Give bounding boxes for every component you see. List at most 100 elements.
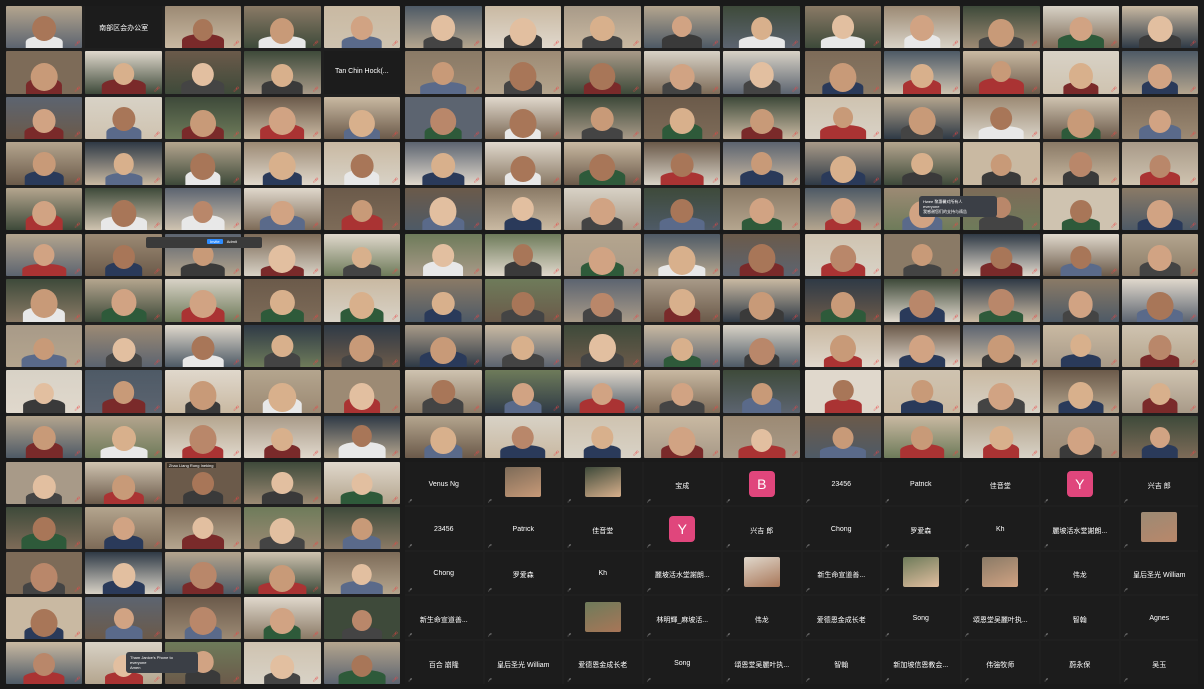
participant-video-tile[interactable]: 🎤︎	[244, 642, 321, 684]
participant-video-tile[interactable]: 🎤︎	[1042, 324, 1119, 368]
participant-name-tile[interactable]: 伟龙 🎤︎	[723, 596, 801, 640]
participant-video-tile[interactable]: 🎤︎	[6, 51, 83, 94]
participant-name-tile[interactable]: 23456 🎤︎	[802, 462, 880, 505]
participant-name-tile[interactable]: 新加坡信恩教会... 🎤︎	[882, 641, 960, 684]
participant-video-tile[interactable]: 🎤︎	[963, 279, 1040, 322]
participant-video-tile[interactable]: 🎤︎	[323, 370, 400, 413]
participant-video-tile[interactable]: 🎤︎	[643, 51, 721, 94]
participant-video-tile[interactable]: 🎤︎	[884, 142, 961, 185]
participant-video-tile[interactable]: 🎤︎	[1042, 6, 1119, 49]
participant-video-tile[interactable]: 🎤︎	[564, 279, 641, 322]
participant-video-tile[interactable]: 🎤︎	[484, 51, 562, 94]
participant-name-tile[interactable]: 🎤︎	[564, 462, 642, 505]
participant-video-tile[interactable]: 🎤︎	[323, 642, 400, 684]
participant-name-tile[interactable]: 蔚永保 🎤︎	[1041, 641, 1119, 684]
participant-video-tile[interactable]: 🎤︎	[484, 324, 562, 368]
participant-video-tile[interactable]: 🎤︎	[884, 415, 961, 458]
participant-video-tile[interactable]: 🎤︎	[963, 415, 1040, 458]
participant-name-tile[interactable]: 宝成 🎤︎	[643, 462, 721, 505]
participant-video-tile[interactable]: 🎤︎	[405, 96, 482, 140]
participant-video-tile[interactable]: 🎤︎	[484, 234, 562, 277]
participant-video-tile[interactable]: 🎤︎	[884, 370, 961, 413]
participant-video-tile[interactable]: 🎤︎	[884, 279, 961, 322]
participant-video-tile[interactable]: 🎤︎	[1042, 51, 1119, 94]
participant-video-tile[interactable]: 🎤︎	[484, 279, 562, 322]
participant-name-tile[interactable]: Kh 🎤︎	[564, 551, 642, 595]
participant-video-tile[interactable]: 🎤︎	[1042, 234, 1119, 277]
participant-video-tile[interactable]: 🎤︎	[405, 415, 482, 458]
participant-video-tile[interactable]: 🎤︎	[564, 234, 641, 277]
participant-video-tile[interactable]: 🎤︎	[323, 234, 400, 277]
participant-video-tile[interactable]: 🎤︎	[164, 187, 242, 230]
participant-name-tile[interactable]: 爱德恩金成长老 🎤︎	[564, 641, 642, 684]
participant-video-tile[interactable]: 🎤︎	[6, 370, 83, 413]
participant-video-tile[interactable]: 🎤︎	[164, 597, 242, 639]
participant-video-tile[interactable]: 🎤︎	[85, 279, 162, 322]
participant-video-tile[interactable]: 🎤︎	[164, 324, 242, 368]
participant-video-tile[interactable]: 🎤︎	[405, 187, 482, 230]
participant-video-tile[interactable]: 🎤︎	[1121, 279, 1198, 322]
participant-video-tile[interactable]: 🎤︎	[164, 552, 242, 594]
participant-video-tile[interactable]: 🎤︎	[643, 234, 721, 277]
participant-name-tile[interactable]: Chong 🎤︎	[405, 551, 483, 595]
participant-video-tile[interactable]: 🎤︎	[643, 324, 721, 368]
participant-name-tile[interactable]: 伟龙 🎤︎	[1041, 551, 1119, 595]
participant-video-tile[interactable]: 🎤︎	[323, 415, 400, 458]
participant-video-tile[interactable]: 🎤︎	[164, 507, 242, 549]
participant-video-tile[interactable]: 🎤︎	[244, 507, 321, 549]
participant-name-tile[interactable]: 兴吉 郎 🎤︎	[723, 506, 801, 550]
participant-video-tile[interactable]: 🎤︎	[1042, 370, 1119, 413]
participant-video-tile[interactable]: 🎤︎	[643, 279, 721, 322]
participant-video-tile[interactable]: 🎤︎	[405, 142, 482, 185]
participant-name-tile[interactable]: 佳音堂 🎤︎	[961, 462, 1039, 505]
participant-name-tile[interactable]: 爱德恩金成长老 🎤︎	[802, 596, 880, 640]
participant-name-tile[interactable]: 🎤︎	[484, 462, 562, 505]
participant-video-tile[interactable]: 🎤︎	[963, 6, 1040, 49]
participant-video-tile[interactable]: 🎤︎	[1121, 51, 1198, 94]
participant-video-tile[interactable]: 🎤︎	[323, 597, 400, 639]
participant-video-tile[interactable]: 🎤︎	[1121, 142, 1198, 185]
participant-name-tile[interactable]: Chong 🎤︎	[802, 506, 880, 550]
participant-name-tile[interactable]: 兴吉 郎 🎤︎	[1120, 462, 1198, 505]
participant-name-tile[interactable]: 頌恩堂吴麗叶执... 🎤︎	[723, 641, 801, 684]
participant-video-tile[interactable]: 🎤︎	[85, 552, 162, 594]
participant-video-tile[interactable]: 🎤︎	[6, 507, 83, 549]
participant-video-tile[interactable]: 🎤︎	[6, 234, 83, 277]
participant-video-tile[interactable]: 🎤︎	[323, 324, 400, 368]
participant-video-tile[interactable]: 🎤︎	[963, 96, 1040, 140]
participant-name-tile[interactable]: 皇后圣光 William 🎤︎	[1120, 551, 1198, 595]
participant-video-tile[interactable]: 🎤︎	[1121, 187, 1198, 230]
participant-video-tile[interactable]: 🎤︎	[323, 142, 400, 185]
participant-video-tile[interactable]: 🎤︎	[244, 324, 321, 368]
participant-video-tile[interactable]: 🎤︎	[1121, 415, 1198, 458]
participant-video-tile[interactable]: 🎤︎	[323, 552, 400, 594]
participant-video-tile[interactable]: 🎤︎	[323, 6, 400, 49]
participant-video-tile[interactable]: 🎤︎	[6, 552, 83, 594]
participant-video-tile[interactable]: 🎤︎	[244, 279, 321, 322]
participant-video-tile[interactable]: 🎤︎	[244, 96, 321, 140]
participant-video-tile[interactable]: 🎤︎	[1042, 187, 1119, 230]
participant-video-tile[interactable]: 🎤︎	[723, 96, 800, 140]
participant-video-tile[interactable]: 🎤︎	[85, 187, 162, 230]
participant-video-tile[interactable]: 🎤︎	[564, 142, 641, 185]
participant-video-tile[interactable]: 🎤︎	[884, 6, 961, 49]
admit-banner[interactable]: Invite Admit	[146, 237, 262, 248]
participant-video-tile[interactable]: 🎤︎	[564, 370, 641, 413]
participant-video-tile[interactable]: 🎤︎	[6, 96, 83, 140]
participant-video-tile[interactable]: 🎤︎	[6, 142, 83, 185]
participant-video-tile[interactable]: 🎤︎	[85, 96, 162, 140]
participant-name-tile[interactable]: 23456 🎤︎	[405, 506, 483, 550]
participant-video-tile[interactable]: 🎤︎	[484, 142, 562, 185]
participant-video-tile[interactable]: 🎤︎	[323, 507, 400, 549]
participant-video-tile[interactable]: 🎤︎	[884, 234, 961, 277]
participant-name-tile[interactable]: 林明輝_麻坡活... 🎤︎	[643, 596, 721, 640]
participant-video-tile[interactable]: 南部区会办公室	[85, 6, 162, 49]
participant-name-tile[interactable]: 🎤︎	[961, 551, 1039, 595]
participant-name-tile[interactable]: 🎤︎	[564, 596, 642, 640]
participant-video-tile[interactable]: 🎤︎	[643, 96, 721, 140]
participant-video-tile[interactable]: 🎤︎	[805, 370, 882, 413]
participant-video-tile[interactable]: 🎤︎	[244, 187, 321, 230]
invite-button[interactable]: Invite	[207, 239, 223, 244]
participant-video-tile[interactable]: 🎤︎	[164, 96, 242, 140]
participant-video-tile[interactable]: 🎤︎	[1121, 324, 1198, 368]
